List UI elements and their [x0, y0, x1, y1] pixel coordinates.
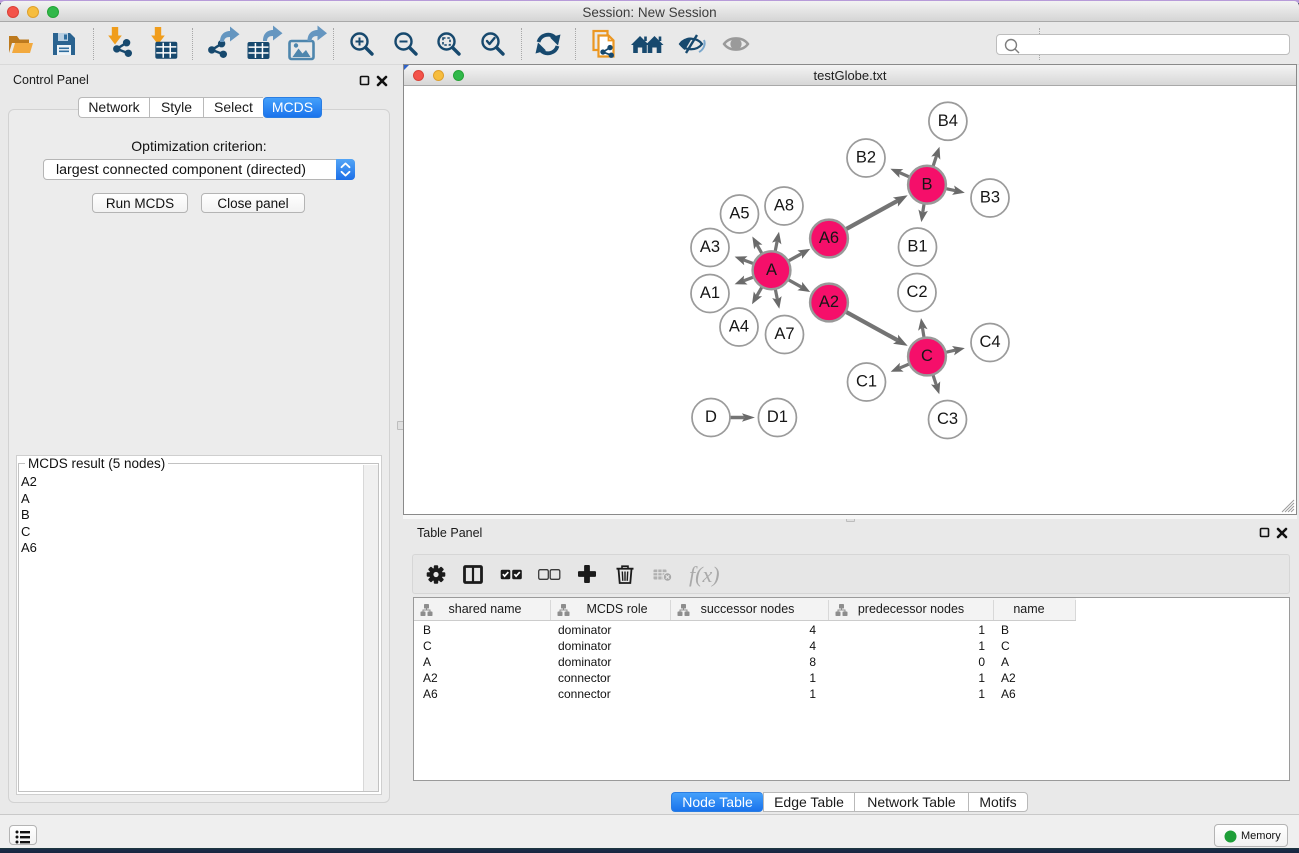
svg-text:C1: C1 [856, 373, 877, 391]
svg-text:A2: A2 [819, 293, 839, 311]
svg-text:A1: A1 [700, 284, 720, 302]
svg-text:A: A [766, 261, 777, 279]
svg-text:A6: A6 [819, 229, 839, 247]
svg-text:A5: A5 [729, 205, 749, 223]
svg-text:A8: A8 [774, 197, 794, 215]
svg-text:D: D [705, 408, 717, 426]
svg-text:f(x): f(x) [689, 562, 720, 587]
svg-text:D1: D1 [767, 408, 788, 426]
svg-text:A7: A7 [774, 325, 794, 343]
svg-text:B2: B2 [856, 149, 876, 167]
svg-text:A4: A4 [729, 318, 749, 336]
svg-text:C2: C2 [906, 283, 927, 301]
svg-text:B1: B1 [907, 238, 927, 256]
svg-text:C: C [921, 347, 933, 365]
svg-text:B4: B4 [938, 112, 958, 130]
svg-text:C4: C4 [979, 333, 1000, 351]
svg-text:B3: B3 [980, 189, 1000, 207]
svg-text:B: B [921, 175, 932, 193]
svg-text:A3: A3 [700, 238, 720, 256]
svg-text:C3: C3 [937, 410, 958, 428]
